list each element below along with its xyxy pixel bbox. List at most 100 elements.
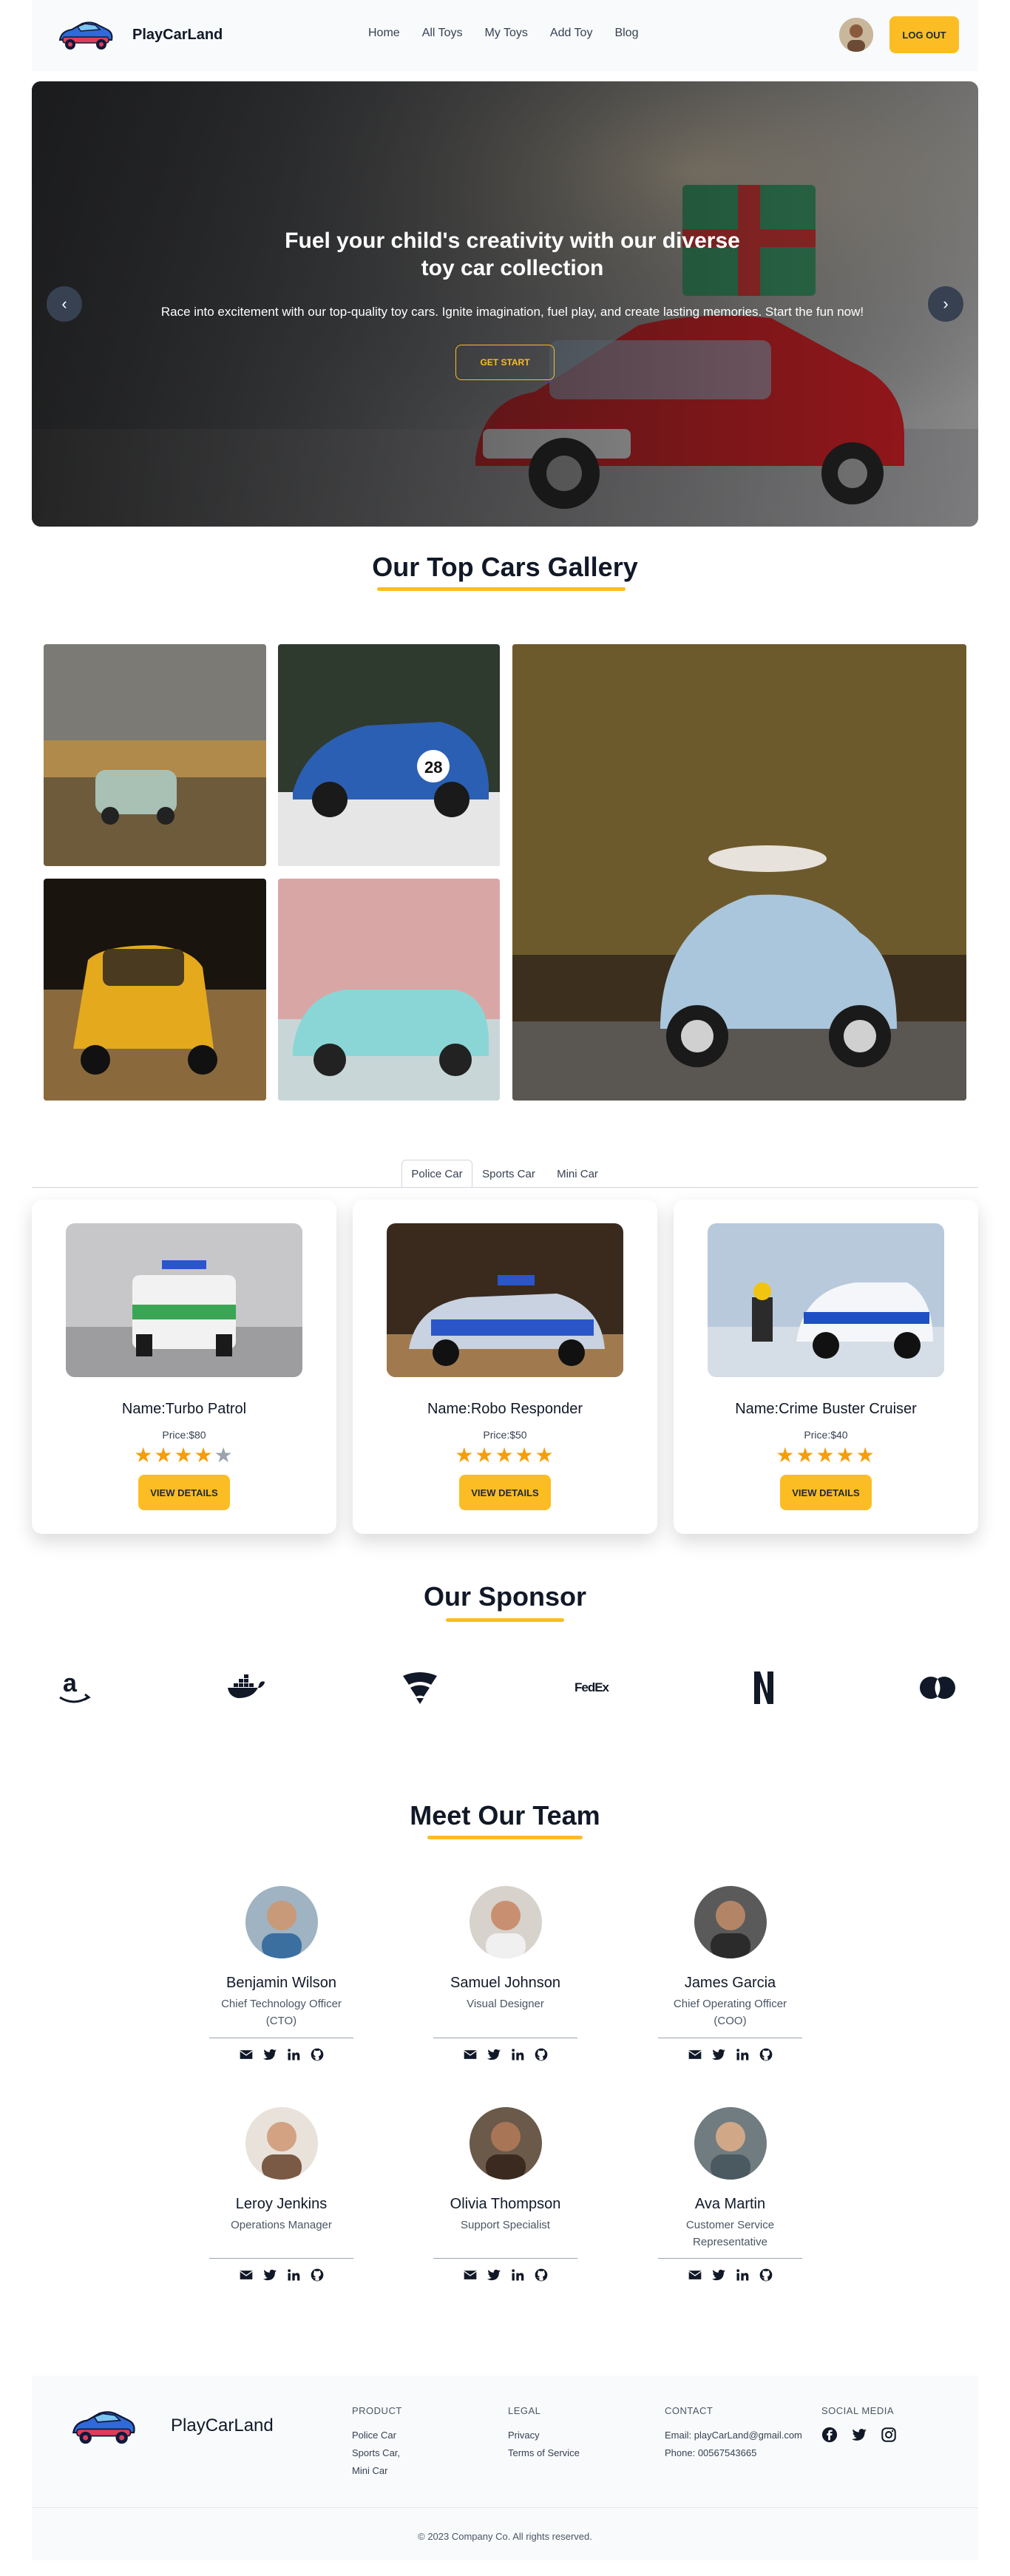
github-icon[interactable]	[534, 2047, 549, 2062]
team-member-name: Ava Martin	[694, 2196, 766, 2212]
view-details-button[interactable]: VIEW DETAILS	[780, 1475, 872, 1510]
footer-legal-heading: LEGAL	[508, 2405, 541, 2416]
github-icon[interactable]	[759, 2268, 773, 2282]
github-icon[interactable]	[534, 2268, 549, 2282]
mail-icon[interactable]	[239, 2268, 254, 2282]
footer-contact-heading: CONTACT	[665, 2405, 714, 2416]
hero-carousel: Fuel your child's creativity with our di…	[32, 81, 978, 527]
brand-name[interactable]: PlayCarLand	[132, 27, 223, 44]
twitter-icon[interactable]	[851, 2427, 867, 2443]
gallery-image-rally-car[interactable]: 28	[278, 644, 500, 866]
user-avatar[interactable]	[839, 18, 873, 52]
team-member-photo	[694, 1886, 767, 1958]
github-icon[interactable]	[310, 2268, 325, 2282]
netflix-logo-icon[interactable]	[747, 1668, 781, 1708]
nav-link-add-toy[interactable]: Add Toy	[550, 27, 593, 40]
fedex-logo-icon[interactable]: FedEx	[569, 1668, 614, 1708]
f-secure-logo-icon[interactable]	[399, 1668, 441, 1708]
linkedin-icon[interactable]	[735, 2268, 750, 2282]
team-member-card: Leroy Jenkins Operations Manager	[209, 2107, 353, 2234]
carousel-next-button[interactable]: ›	[928, 286, 963, 322]
team-member-name: Samuel Johnson	[450, 1975, 560, 1991]
star-filled-icon: ★	[816, 1444, 836, 1467]
mail-icon[interactable]	[463, 2268, 478, 2282]
navbar: PlayCarLand Home All Toys My Toys Add To…	[32, 0, 978, 71]
sponsor-title: Our Sponsor	[423, 1581, 586, 1612]
nav-link-my-toys[interactable]: My Toys	[485, 27, 528, 40]
toy-card: Name:Crime Buster Cruiser Price:$40 ★★★★…	[674, 1200, 978, 1534]
footer-divider	[32, 2507, 978, 2508]
team-member-card: Olivia Thompson Support Specialist	[433, 2107, 577, 2234]
tab-police-car[interactable]: Police Car	[401, 1160, 472, 1188]
footer-link-mini-car[interactable]: Mini Car	[352, 2462, 402, 2480]
gallery-image-vintage-car[interactable]	[44, 644, 266, 866]
twitter-icon[interactable]	[711, 2047, 726, 2062]
twitter-icon[interactable]	[711, 2268, 726, 2282]
linkedin-icon[interactable]	[286, 2268, 301, 2282]
github-icon[interactable]	[759, 2047, 773, 2062]
team-member-divider	[433, 2258, 577, 2259]
footer-link-sports-car[interactable]: Sports Car,	[352, 2444, 402, 2462]
amazon-logo-icon[interactable]: a	[52, 1668, 96, 1708]
star-filled-icon: ★	[475, 1444, 495, 1467]
docker-logo-icon[interactable]	[224, 1668, 268, 1708]
team-member-role: Customer Service Representative	[685, 2219, 775, 2248]
mail-icon[interactable]	[688, 2047, 702, 2062]
gallery-image-convertible[interactable]	[278, 879, 500, 1101]
tab-sports-car[interactable]: Sports Car	[477, 1160, 540, 1188]
nav-link-home[interactable]: Home	[368, 27, 400, 40]
nav-link-all-toys[interactable]: All Toys	[422, 27, 463, 40]
footer-social-heading: SOCIAL MEDIA	[821, 2405, 894, 2416]
hero-title: Fuel your child's creativity with our di…	[285, 229, 740, 280]
facebook-icon[interactable]	[821, 2427, 838, 2443]
view-details-button[interactable]: VIEW DETAILS	[138, 1475, 230, 1510]
linkedin-icon[interactable]	[510, 2047, 525, 2062]
mail-icon[interactable]	[463, 2047, 478, 2062]
footer-link-police-car[interactable]: Police Car	[352, 2427, 402, 2444]
toy-price: Price:$80	[162, 1429, 206, 1441]
linkedin-icon[interactable]	[735, 2047, 750, 2062]
toy-price: Price:$50	[483, 1429, 527, 1441]
team-member-social-links	[209, 2047, 353, 2062]
logout-button[interactable]: LOG OUT	[889, 16, 959, 53]
team-member-name: James Garcia	[684, 1975, 776, 1991]
mastercard-logo-icon[interactable]	[917, 1668, 958, 1708]
nav-link-blog[interactable]: Blog	[614, 27, 638, 40]
mail-icon[interactable]	[239, 2047, 254, 2062]
toy-card: Name:Robo Responder Price:$50 ★★★★★ VIEW…	[353, 1200, 657, 1534]
nav-links: Home All Toys My Toys Add Toy Blog	[368, 27, 638, 40]
instagram-icon[interactable]	[881, 2427, 897, 2443]
twitter-icon[interactable]	[487, 2047, 501, 2062]
twitter-icon[interactable]	[262, 2047, 277, 2062]
carousel-prev-button[interactable]: ‹	[47, 286, 82, 322]
toy-card-image	[387, 1223, 623, 1377]
get-start-button[interactable]: GET START	[455, 345, 555, 380]
team-member-divider	[209, 2258, 353, 2259]
linkedin-icon[interactable]	[510, 2268, 525, 2282]
team-member-role: Operations Manager	[231, 2219, 332, 2231]
team-member-card: James Garcia Chief Operating Officer (CO…	[658, 1886, 802, 2029]
chevron-right-icon: ›	[943, 294, 949, 313]
footer-link-terms[interactable]: Terms of Service	[508, 2444, 580, 2462]
tab-mini-car[interactable]: Mini Car	[549, 1160, 606, 1188]
team-member-card: Samuel Johnson Visual Designer	[433, 1886, 577, 2013]
gallery-title-underline	[377, 587, 626, 591]
footer-link-privacy[interactable]: Privacy	[508, 2427, 580, 2444]
footer-contact-email: Email: playCarLand@gmail.com	[665, 2430, 802, 2441]
footer-brand[interactable]: PlayCarLand	[171, 2416, 274, 2436]
team-member-role: Support Specialist	[461, 2219, 550, 2231]
linkedin-icon[interactable]	[286, 2047, 301, 2062]
team-member-social-links	[209, 2268, 353, 2282]
twitter-icon[interactable]	[262, 2268, 277, 2282]
gallery-image-yellow-car[interactable]	[44, 879, 266, 1101]
github-icon[interactable]	[310, 2047, 325, 2062]
view-details-button[interactable]: VIEW DETAILS	[459, 1475, 551, 1510]
twitter-icon[interactable]	[487, 2268, 501, 2282]
mail-icon[interactable]	[688, 2268, 702, 2282]
car-logo-icon[interactable]	[55, 18, 115, 53]
car-logo-icon[interactable]	[67, 2407, 138, 2448]
gallery-image-beetle-surfboard[interactable]	[512, 644, 966, 1101]
star-rating: ★★★★★	[674, 1445, 978, 1466]
toy-name: Name:Robo Responder	[427, 1401, 583, 1417]
toy-name: Name:Crime Buster Cruiser	[735, 1401, 917, 1417]
